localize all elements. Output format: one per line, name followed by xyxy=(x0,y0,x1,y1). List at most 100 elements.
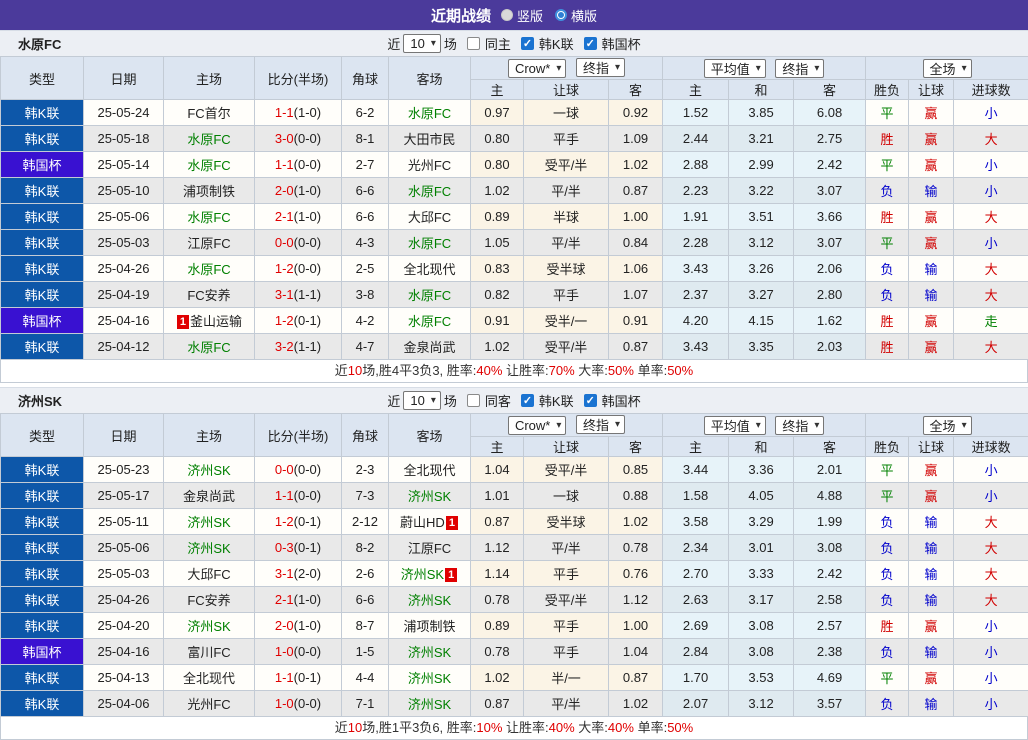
summary-segment: 单率: xyxy=(634,720,667,735)
summary-segment: 10 xyxy=(348,720,362,735)
odds-home-cell: 1.02 xyxy=(471,334,524,360)
sub-header-avg-home: 主 xyxy=(663,437,729,457)
chevron-down-icon: ▾ xyxy=(814,420,819,431)
handicap-cell: 平手 xyxy=(524,282,609,308)
handicap-result-cell: 输 xyxy=(909,639,954,665)
score-cell: 1-1(1-0) xyxy=(255,100,342,126)
radio-vertical-icon[interactable] xyxy=(501,9,513,21)
sub-header-result: 胜负 xyxy=(866,437,909,457)
corners-cell: 6-6 xyxy=(342,204,389,230)
average-select[interactable]: 平均值▾ xyxy=(704,416,766,435)
sub-header-handicap-result: 让球 xyxy=(909,80,954,100)
result-cell: 负 xyxy=(866,178,909,204)
table-row: 韩K联25-05-03江原FC0-0(0-0)4-3水原FC1.05平/半0.8… xyxy=(1,230,1028,256)
recent-count-select[interactable]: 10 ▾ xyxy=(403,34,441,53)
results-table: 类型 日期 主场 比分(半场) 角球 客场 Crow*▾ 终指▾ 平均值▾ 终指… xyxy=(0,56,1028,360)
away-team-cell: 江原FC xyxy=(389,535,471,561)
section-controls: 水原FC 近 10 ▾ 场 同主 韩K联 韩国杯 xyxy=(0,30,1028,56)
result-cell: 负 xyxy=(866,282,909,308)
goals-result-cell: 大 xyxy=(954,334,1028,360)
table-row: 韩K联25-04-12水原FC3-2(1-1)4-7金泉尚武1.02受平/半0.… xyxy=(1,334,1028,360)
league-kleague-checkbox[interactable] xyxy=(521,394,534,407)
date-cell: 25-04-16 xyxy=(84,639,164,665)
avg-away-cell: 2.42 xyxy=(794,561,866,587)
fulltime-select[interactable]: 全场▾ xyxy=(923,59,972,78)
same-venue-checkbox[interactable] xyxy=(467,37,480,50)
odds-stage-select[interactable]: 终指▾ xyxy=(576,58,625,77)
odds-home-cell: 0.87 xyxy=(471,691,524,717)
league-cell: 韩K联 xyxy=(1,334,84,360)
result-cell: 平 xyxy=(866,483,909,509)
bookmaker-select[interactable]: Crow*▾ xyxy=(508,59,566,78)
league-cell: 韩国杯 xyxy=(1,152,84,178)
league-cup-checkbox[interactable] xyxy=(584,394,597,407)
radio-horizontal-icon[interactable] xyxy=(555,9,567,21)
date-cell: 25-05-14 xyxy=(84,152,164,178)
league-cell: 韩K联 xyxy=(1,230,84,256)
odds-away-cell: 1.00 xyxy=(609,613,663,639)
summary-segment: 场,胜1平3负6, 胜率: xyxy=(362,720,476,735)
avg-away-cell: 2.58 xyxy=(794,587,866,613)
date-cell: 25-04-20 xyxy=(84,613,164,639)
radio-horizontal-label: 横版 xyxy=(571,6,597,25)
handicap-result-cell: 赢 xyxy=(909,483,954,509)
sub-header-result: 胜负 xyxy=(866,80,909,100)
handicap-cell: 平/半 xyxy=(524,691,609,717)
avg-away-cell: 3.07 xyxy=(794,178,866,204)
odds-stage-select[interactable]: 终指▾ xyxy=(576,415,625,434)
table-row: 韩K联25-04-26水原FC1-2(0-0)2-5全北现代0.83受半球1.0… xyxy=(1,256,1028,282)
sub-header-handicap: 让球 xyxy=(524,80,609,100)
table-row: 韩K联25-05-11济州SK1-2(0-1)2-12蔚山HD10.87受半球1… xyxy=(1,509,1028,535)
chevron-down-icon: ▾ xyxy=(431,38,436,49)
avg-away-cell: 4.69 xyxy=(794,665,866,691)
date-cell: 25-05-11 xyxy=(84,509,164,535)
avg-away-cell: 2.01 xyxy=(794,457,866,483)
away-team-cell: 济州SK xyxy=(389,587,471,613)
away-team-cell: 蔚山HD1 xyxy=(389,509,471,535)
recent-count-select[interactable]: 10 ▾ xyxy=(403,391,441,410)
same-venue-checkbox[interactable] xyxy=(467,394,480,407)
league-cell: 韩K联 xyxy=(1,587,84,613)
avg-draw-cell: 3.27 xyxy=(729,282,794,308)
odds-away-cell: 0.87 xyxy=(609,178,663,204)
avg-draw-cell: 3.12 xyxy=(729,691,794,717)
handicap-cell: 受平/半 xyxy=(524,457,609,483)
home-team-cell: 1釜山运输 xyxy=(164,308,255,334)
radio-vertical-layout[interactable]: 竖版 xyxy=(501,6,543,25)
radio-horizontal-layout[interactable]: 横版 xyxy=(555,6,597,25)
league-cell: 韩K联 xyxy=(1,561,84,587)
league-cell: 韩K联 xyxy=(1,126,84,152)
avg-home-cell: 2.23 xyxy=(663,178,729,204)
table-row: 韩K联25-04-13全北现代1-1(0-1)4-4济州SK1.02半/一0.8… xyxy=(1,665,1028,691)
team-section-suwon: 水原FC 近 10 ▾ 场 同主 韩K联 韩国杯 类型 日期 主场 xyxy=(0,30,1028,383)
sub-header-handicap-result: 让球 xyxy=(909,437,954,457)
page-title: 近期战绩 xyxy=(431,5,491,26)
league-cup-checkbox[interactable] xyxy=(584,37,597,50)
result-cell: 负 xyxy=(866,256,909,282)
away-team-cell: 水原FC xyxy=(389,282,471,308)
avg-home-cell: 3.58 xyxy=(663,509,729,535)
league-kleague-label: 韩K联 xyxy=(539,391,574,410)
fulltime-select[interactable]: 全场▾ xyxy=(923,416,972,435)
date-cell: 25-04-26 xyxy=(84,587,164,613)
handicap-cell: 受半球 xyxy=(524,256,609,282)
bookmaker-dropdown-group: Crow*▾ 终指▾ xyxy=(471,414,663,437)
average-stage-select[interactable]: 终指▾ xyxy=(775,416,824,435)
avg-home-cell: 2.88 xyxy=(663,152,729,178)
summary-segment: 40% xyxy=(476,363,502,378)
away-team-cell: 水原FC xyxy=(389,100,471,126)
league-kleague-checkbox[interactable] xyxy=(521,37,534,50)
bookmaker-select[interactable]: Crow*▾ xyxy=(508,416,566,435)
col-header-corners: 角球 xyxy=(342,57,389,100)
odds-home-cell: 0.83 xyxy=(471,256,524,282)
date-cell: 25-05-06 xyxy=(84,204,164,230)
league-cup-label: 韩国杯 xyxy=(602,34,641,53)
date-cell: 25-05-03 xyxy=(84,230,164,256)
score-cell: 3-1(1-1) xyxy=(255,282,342,308)
result-cell: 胜 xyxy=(866,308,909,334)
odds-home-cell: 0.97 xyxy=(471,100,524,126)
handicap-result-cell: 输 xyxy=(909,561,954,587)
league-cell: 韩K联 xyxy=(1,509,84,535)
average-stage-select[interactable]: 终指▾ xyxy=(775,59,824,78)
average-select[interactable]: 平均值▾ xyxy=(704,59,766,78)
